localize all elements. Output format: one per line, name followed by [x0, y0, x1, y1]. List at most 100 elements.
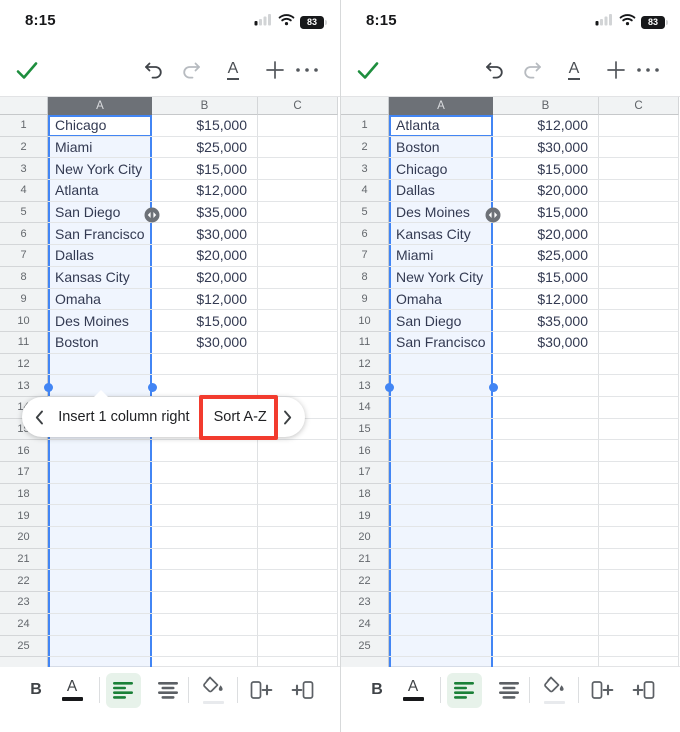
cell-C2[interactable] — [599, 137, 679, 159]
redo-button[interactable] — [518, 44, 546, 96]
cell-A19[interactable] — [389, 505, 493, 527]
cell-C16[interactable] — [258, 440, 338, 462]
cell-A19[interactable] — [48, 505, 152, 527]
bold-button[interactable]: B — [359, 671, 395, 709]
cell-C18[interactable] — [599, 484, 679, 506]
row-header-1[interactable]: 1 — [0, 115, 48, 137]
row-header-11[interactable]: 11 — [341, 332, 389, 354]
row-header-4[interactable]: 4 — [341, 180, 389, 202]
fill-color-button[interactable] — [195, 671, 231, 709]
cell-A11[interactable]: Boston — [48, 332, 152, 354]
cell-C1[interactable] — [258, 115, 338, 137]
cell-C24[interactable] — [599, 614, 679, 636]
cell-B4[interactable]: $20,000 — [493, 180, 599, 202]
column-header-C[interactable]: C — [258, 97, 338, 115]
cell-A16[interactable] — [48, 440, 152, 462]
cell-C7[interactable] — [599, 245, 679, 267]
cell-B13[interactable] — [152, 375, 258, 397]
cell-C8[interactable] — [599, 267, 679, 289]
row-header-21[interactable]: 21 — [0, 549, 48, 571]
cell-B26[interactable] — [493, 657, 599, 667]
row-header-6[interactable]: 6 — [341, 223, 389, 245]
select-all-corner[interactable] — [341, 97, 389, 115]
select-all-corner[interactable] — [0, 97, 48, 115]
row-header-21[interactable]: 21 — [341, 549, 389, 571]
cell-B11[interactable]: $30,000 — [493, 332, 599, 354]
cell-A7[interactable]: Dallas — [48, 245, 152, 267]
row-header-25[interactable]: 25 — [0, 636, 48, 658]
redo-button[interactable] — [177, 44, 205, 96]
cell-C13[interactable] — [258, 375, 338, 397]
cell-C5[interactable] — [599, 202, 679, 224]
cell-C4[interactable] — [258, 180, 338, 202]
cell-B16[interactable] — [152, 440, 258, 462]
cell-A10[interactable]: Des Moines — [48, 310, 152, 332]
row-header-22[interactable]: 22 — [0, 570, 48, 592]
cell-B17[interactable] — [493, 462, 599, 484]
insert-column-left-button[interactable] — [244, 671, 280, 709]
row-header-18[interactable]: 18 — [341, 484, 389, 506]
row-header-2[interactable]: 2 — [341, 137, 389, 159]
cell-B9[interactable]: $12,000 — [493, 289, 599, 311]
row-header-1[interactable]: 1 — [341, 115, 389, 137]
cell-C20[interactable] — [258, 527, 338, 549]
menu-item-insert-column-right[interactable]: Insert 1 column right — [58, 409, 189, 425]
cell-A23[interactable] — [389, 592, 493, 614]
cell-A9[interactable]: Omaha — [48, 289, 152, 311]
row-header-12[interactable]: 12 — [341, 354, 389, 376]
row-header-26[interactable] — [0, 657, 48, 667]
cell-C1[interactable] — [599, 115, 679, 137]
cell-B25[interactable] — [493, 636, 599, 658]
cell-B12[interactable] — [152, 354, 258, 376]
cell-A8[interactable]: New York City — [389, 267, 493, 289]
row-header-19[interactable]: 19 — [0, 505, 48, 527]
cell-C10[interactable] — [258, 310, 338, 332]
cell-B6[interactable]: $30,000 — [152, 223, 258, 245]
cell-B6[interactable]: $20,000 — [493, 223, 599, 245]
cell-A26[interactable] — [48, 657, 152, 667]
cell-B15[interactable] — [493, 419, 599, 441]
row-header-14[interactable]: 14 — [341, 397, 389, 419]
cell-A15[interactable] — [389, 419, 493, 441]
cell-A9[interactable]: Omaha — [389, 289, 493, 311]
align-left-button[interactable] — [105, 671, 141, 709]
cell-B18[interactable] — [493, 484, 599, 506]
row-header-16[interactable]: 16 — [0, 440, 48, 462]
cell-B25[interactable] — [152, 636, 258, 658]
row-header-15[interactable]: 15 — [341, 419, 389, 441]
cell-C26[interactable] — [599, 657, 679, 667]
more-options-button[interactable] — [634, 44, 662, 96]
row-header-16[interactable]: 16 — [341, 440, 389, 462]
cell-C17[interactable] — [599, 462, 679, 484]
cell-B9[interactable]: $12,000 — [152, 289, 258, 311]
cell-B5[interactable]: $35,000 — [152, 202, 258, 224]
row-header-9[interactable]: 9 — [0, 289, 48, 311]
row-header-13[interactable]: 13 — [341, 375, 389, 397]
cell-B3[interactable]: $15,000 — [493, 158, 599, 180]
row-header-10[interactable]: 10 — [341, 310, 389, 332]
cell-B8[interactable]: $15,000 — [493, 267, 599, 289]
cell-B10[interactable]: $15,000 — [152, 310, 258, 332]
cell-A25[interactable] — [389, 636, 493, 658]
context-menu-next-button[interactable] — [282, 397, 294, 437]
align-center-button[interactable] — [491, 671, 527, 709]
cell-B1[interactable]: $15,000 — [152, 115, 258, 137]
row-header-23[interactable]: 23 — [341, 592, 389, 614]
cell-C16[interactable] — [599, 440, 679, 462]
cell-A20[interactable] — [389, 527, 493, 549]
insert-button[interactable] — [261, 44, 289, 96]
cell-A12[interactable] — [48, 354, 152, 376]
cell-A4[interactable]: Dallas — [389, 180, 493, 202]
cell-C19[interactable] — [258, 505, 338, 527]
cell-A24[interactable] — [48, 614, 152, 636]
cell-A17[interactable] — [389, 462, 493, 484]
cell-A25[interactable] — [48, 636, 152, 658]
cell-B3[interactable]: $15,000 — [152, 158, 258, 180]
text-format-button[interactable]: A — [219, 44, 247, 96]
column-header-C[interactable]: C — [599, 97, 679, 115]
cell-A23[interactable] — [48, 592, 152, 614]
column-resize-handle-icon[interactable] — [144, 207, 160, 223]
cell-A21[interactable] — [389, 549, 493, 571]
undo-button[interactable] — [139, 44, 167, 96]
cell-A4[interactable]: Atlanta — [48, 180, 152, 202]
